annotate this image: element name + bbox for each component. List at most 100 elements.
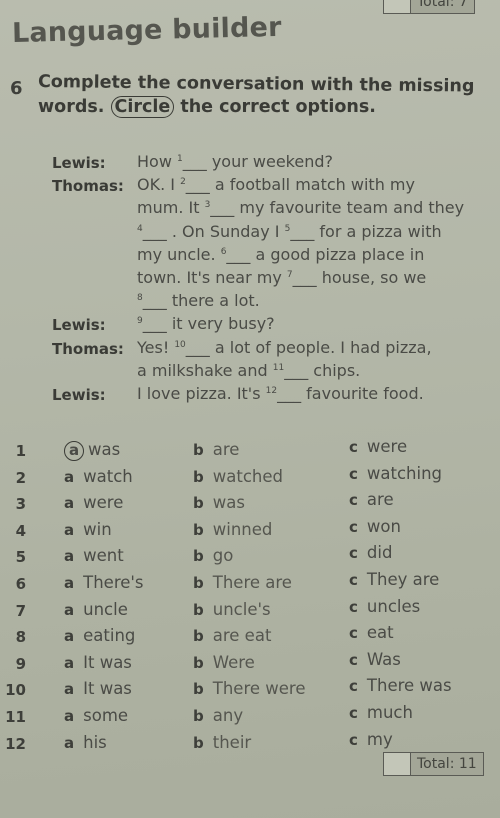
dialogue-text: a milkshake and (137, 360, 273, 380)
section-title: Language builder (11, 11, 282, 49)
option-text: There are (212, 573, 292, 592)
item-number: 1 (15, 442, 26, 460)
item-number: 3 (15, 495, 26, 514)
option-letter: a (64, 494, 75, 513)
option-text: go (212, 546, 234, 566)
option-letter: a (64, 600, 75, 619)
option-text: my (366, 729, 393, 749)
option-a[interactable]: a were (64, 493, 123, 512)
dialogue-line: mum. It 3___ my favourite team and they (137, 198, 464, 217)
score-label: Total: 7 (411, 0, 474, 13)
option-row: 11 a some b any c much (0, 703, 500, 730)
option-b[interactable]: b go (193, 546, 233, 565)
option-row: 5 a went b go c did (0, 543, 500, 570)
option-letter: b (193, 520, 204, 539)
option-row: 4 a win b winned c won (0, 517, 500, 544)
option-text: did (366, 543, 393, 563)
option-letter: c (349, 730, 358, 749)
option-a[interactable]: a was (64, 440, 120, 461)
score-blank[interactable] (384, 753, 411, 775)
option-b[interactable]: b uncle's (193, 600, 271, 619)
dialogue-line: I love pizza. It's 12___ favourite food. (137, 384, 424, 403)
option-letter: b (193, 600, 204, 619)
top-score-box: Total: 7 (383, 0, 475, 14)
item-number: 7 (15, 601, 26, 620)
option-letter: b (193, 653, 204, 672)
option-text: watching (366, 463, 443, 483)
dialogue-text: ___ your weekend? (182, 152, 333, 171)
option-letter: b (193, 627, 204, 646)
bottom-score-box: Total: 11 (383, 752, 484, 776)
option-c[interactable]: c There was (349, 676, 452, 695)
option-a[interactable]: a It was (64, 653, 132, 672)
option-text: were (83, 493, 124, 513)
score-label: Total: 11 (411, 753, 483, 775)
option-c[interactable]: c Was (349, 650, 401, 669)
option-letter: c (349, 438, 358, 456)
option-c[interactable]: c much (349, 703, 413, 722)
option-c[interactable]: c my (349, 730, 393, 749)
option-text: winned (212, 519, 273, 539)
option-b[interactable]: b There are (193, 573, 292, 592)
gap-number: 11 (272, 362, 285, 373)
score-blank[interactable] (384, 0, 411, 13)
option-a[interactable]: a went (64, 546, 124, 565)
option-b[interactable]: b was (193, 493, 245, 512)
speaker-name: Lewis: (52, 316, 106, 335)
option-b[interactable]: b There were (193, 679, 305, 698)
item-number: 4 (15, 521, 26, 540)
option-b[interactable]: b watched (193, 467, 283, 486)
option-a[interactable]: a his (64, 733, 107, 752)
option-text: was (88, 440, 121, 459)
option-a[interactable]: a some (64, 706, 128, 725)
option-c[interactable]: c did (349, 543, 392, 562)
dialogue-text: ___ favourite food. (277, 384, 424, 403)
option-b[interactable]: b are (193, 440, 239, 459)
option-a[interactable]: a win (64, 520, 112, 539)
option-letter: b (193, 574, 204, 592)
option-b[interactable]: b are eat (193, 626, 271, 645)
option-c[interactable]: c were (349, 437, 407, 456)
dialogue-text: mum. It (137, 198, 205, 218)
dialogue-line: 8___ there a lot. (137, 291, 260, 310)
option-row: 3 a were b was c are (0, 490, 500, 517)
option-c[interactable]: c won (349, 517, 401, 536)
option-a[interactable]: a eating (64, 626, 135, 645)
option-b[interactable]: b any (193, 706, 243, 725)
option-letter: a (64, 680, 75, 699)
option-row: 7 a uncle b uncle's c uncles (0, 597, 500, 624)
option-row: 1 a was b are c were (0, 437, 500, 464)
gap-number: 12 (265, 386, 278, 396)
item-number: 10 (5, 681, 26, 700)
option-c[interactable]: c eat (349, 623, 394, 642)
option-letter: c (349, 650, 358, 669)
option-text: win (83, 519, 112, 539)
dialogue-text: How (137, 152, 177, 171)
dialogue-text: I love pizza. It's (137, 384, 266, 403)
item-number: 6 (15, 575, 26, 593)
option-c[interactable]: c uncles (349, 597, 420, 616)
option-b[interactable]: b winned (193, 520, 272, 539)
option-a[interactable]: a It was (64, 679, 132, 698)
option-b[interactable]: b their (193, 733, 251, 752)
option-c[interactable]: c watching (349, 464, 442, 483)
option-row: 2 a watch b watched c watching (0, 464, 500, 491)
dialogue-line: How 1___ your weekend? (137, 152, 333, 171)
option-c[interactable]: c are (349, 490, 394, 509)
speaker-name: Lewis: (52, 154, 106, 172)
option-row: 10 a It was b There were c There was (0, 676, 500, 703)
dialogue-text: ___ for a pizza with (290, 221, 442, 241)
option-letter: b (193, 733, 204, 752)
option-letter: a (64, 653, 75, 672)
option-a[interactable]: a There's (64, 573, 144, 592)
dialogue-text: ___ a lot of people. I had pizza, (185, 337, 432, 357)
exercise-number: 6 (10, 78, 23, 99)
option-c[interactable]: c They are (349, 570, 439, 589)
option-text: much (366, 703, 413, 722)
dialogue-line: my uncle. 6___ a good pizza place in (137, 245, 424, 264)
option-text: It was (83, 652, 132, 672)
option-a[interactable]: a watch (64, 467, 133, 486)
option-a[interactable]: a uncle (64, 600, 128, 619)
option-b[interactable]: b Were (193, 653, 255, 672)
dialogue-line: Yes! 10___ a lot of people. I had pizza, (137, 338, 432, 357)
